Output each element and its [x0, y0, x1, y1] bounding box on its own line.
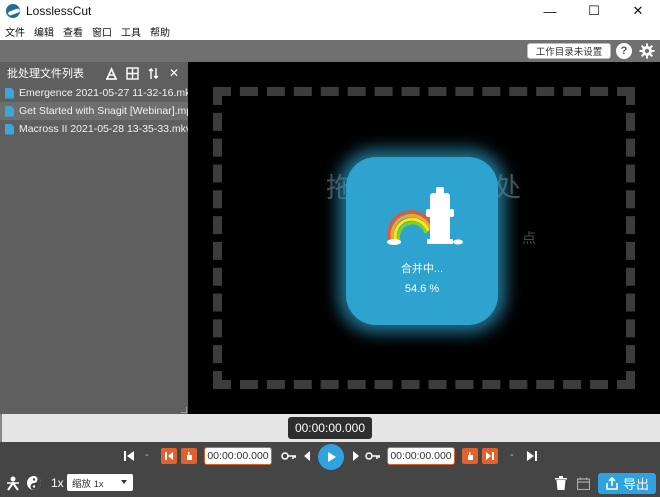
- file-name: Emergence 2021-05-27 11-32-16.mkv: [19, 87, 188, 99]
- yin-yang-icon: [27, 476, 41, 490]
- merge-icon: [105, 66, 117, 80]
- bottom-panel: 00:00:00.000 - 00:00:00.000 00:00:00.000…: [0, 414, 660, 497]
- separator-dash: -: [145, 449, 149, 461]
- grid-icon: [125, 66, 139, 80]
- step-back-icon: [304, 451, 310, 461]
- cut-start-time-input[interactable]: 00:00:00.000: [204, 447, 272, 465]
- prev-frame-button[interactable]: [301, 449, 313, 463]
- jump-to-cut-start-icon: [165, 452, 173, 460]
- export-icon: [606, 476, 618, 490]
- jump-cut-end-button[interactable]: [482, 448, 498, 464]
- export-label: 导出: [622, 477, 649, 492]
- timeline-playhead[interactable]: [0, 414, 2, 442]
- calendar-button[interactable]: [575, 475, 591, 491]
- jump-to-end-button[interactable]: [525, 449, 539, 463]
- menu-bar: 文件 编辑 查看 窗口 工具 帮助: [0, 22, 660, 40]
- batch-list-actions: ✕: [98, 65, 182, 81]
- file-list-item-active[interactable]: Get Started with Snagit [Webinar].mp4: [0, 102, 188, 120]
- minimize-button[interactable]: —: [528, 0, 572, 22]
- batch-file-list: Emergence 2021-05-27 11-32-16.mkv Get St…: [0, 84, 188, 138]
- close-batch-button[interactable]: ✕: [166, 65, 182, 81]
- segment-tools-button[interactable]: [4, 474, 22, 492]
- toggle-theme-button[interactable]: [25, 474, 43, 492]
- jump-to-cut-end-icon: [486, 452, 494, 460]
- sort-button[interactable]: [145, 65, 161, 81]
- batch-list-header: 批处理文件列表 ✕: [0, 62, 188, 84]
- hand-pointer-icon: [187, 452, 192, 460]
- window-title: LosslessCut: [26, 4, 92, 18]
- delete-button[interactable]: [553, 475, 569, 491]
- play-button[interactable]: [318, 444, 344, 470]
- jump-to-start-button[interactable]: [122, 449, 136, 463]
- cut-end-time-input[interactable]: 00:00:00.000: [387, 447, 455, 465]
- maximize-button[interactable]: ☐: [572, 0, 616, 22]
- merge-progress-dialog: 合并中... 54.6 %: [346, 157, 498, 325]
- set-cut-end-key-button[interactable]: [364, 449, 382, 463]
- calendar-icon: [576, 477, 590, 490]
- timeline[interactable]: 00:00:00.000: [0, 414, 660, 442]
- sort-icon: [148, 67, 158, 79]
- file-icon: [5, 123, 14, 135]
- play-icon: [328, 452, 336, 462]
- jump-cut-start-button[interactable]: [161, 448, 177, 464]
- zoom-select-value: 缩放 1x: [72, 478, 104, 490]
- file-list-item[interactable]: Emergence 2021-05-27 11-32-16.mkv: [0, 84, 188, 102]
- fire-hydrant-icon: [387, 187, 463, 245]
- trash-icon: [555, 476, 567, 490]
- menu-tools[interactable]: 工具: [121, 24, 141, 39]
- file-name: Macross II 2021-05-28 13-35-33.mkv: [19, 123, 188, 135]
- menu-edit[interactable]: 编辑: [34, 24, 54, 39]
- playback-speed[interactable]: 1x: [51, 476, 64, 490]
- settings-button[interactable]: [638, 42, 656, 60]
- zoom-select[interactable]: 缩放 1x: [67, 474, 133, 491]
- merge-status-label: 合并中...: [400, 263, 444, 275]
- resize-handle[interactable]: [181, 407, 187, 413]
- batch-list-title: 批处理文件列表: [7, 68, 84, 80]
- scissors-person-icon: [7, 476, 19, 491]
- file-icon: [5, 105, 14, 117]
- next-frame-button[interactable]: [350, 449, 362, 463]
- skip-to-start-icon: [124, 451, 134, 461]
- file-name: Get Started with Snagit [Webinar].mp4: [19, 105, 188, 117]
- set-cut-start-button[interactable]: [181, 448, 197, 464]
- hand-pointer-icon: [468, 452, 473, 460]
- set-cut-start-key-button[interactable]: [280, 449, 298, 463]
- menu-window[interactable]: 窗口: [92, 24, 112, 39]
- file-list-item[interactable]: Macross II 2021-05-28 13-35-33.mkv: [0, 120, 188, 138]
- menu-view[interactable]: 查看: [63, 24, 83, 39]
- gear-icon: [639, 43, 655, 59]
- skip-to-end-icon: [527, 451, 537, 461]
- drop-hint-sub-right: 点: [522, 230, 536, 246]
- app-window: LosslessCut — ☐ ✕ 文件 编辑 查看 窗口 工具 帮助 工作目录…: [0, 0, 660, 497]
- close-window-button[interactable]: ✕: [616, 0, 660, 22]
- key-icon: [365, 452, 380, 460]
- current-time-display: 00:00:00.000: [288, 417, 372, 439]
- menu-help[interactable]: 帮助: [150, 24, 170, 39]
- help-button[interactable]: ?: [616, 43, 632, 59]
- set-cut-end-button[interactable]: [462, 448, 478, 464]
- playback-controls: - 00:00:00.000 00:00:00.000 -: [0, 442, 660, 470]
- key-icon: [281, 452, 296, 460]
- step-forward-icon: [353, 451, 359, 461]
- merge-files-button[interactable]: [103, 65, 119, 81]
- top-toolbar: 工作目录未设置 ?: [0, 40, 660, 62]
- chevron-down-icon: [121, 480, 127, 484]
- title-bar: LosslessCut — ☐ ✕: [0, 0, 660, 22]
- working-directory-button[interactable]: 工作目录未设置: [527, 43, 611, 59]
- window-controls: — ☐ ✕: [528, 0, 660, 22]
- batch-convert-button[interactable]: [124, 65, 140, 81]
- app-logo-icon: [6, 4, 20, 18]
- batch-file-list-panel: 批处理文件列表 ✕ Emergence 2021-05-27 11-32-16.…: [0, 62, 188, 414]
- menu-file[interactable]: 文件: [5, 24, 25, 39]
- file-icon: [5, 87, 14, 99]
- separator-dash: -: [510, 449, 514, 461]
- merge-progress-percent: 54.6 %: [404, 283, 440, 295]
- video-player-area: 拖放文件到此处 ( 点 合并中... 54.6 %: [188, 62, 660, 414]
- export-button[interactable]: 导出: [598, 473, 656, 494]
- footer-bar: 1x 缩放 1x 导出: [0, 470, 660, 497]
